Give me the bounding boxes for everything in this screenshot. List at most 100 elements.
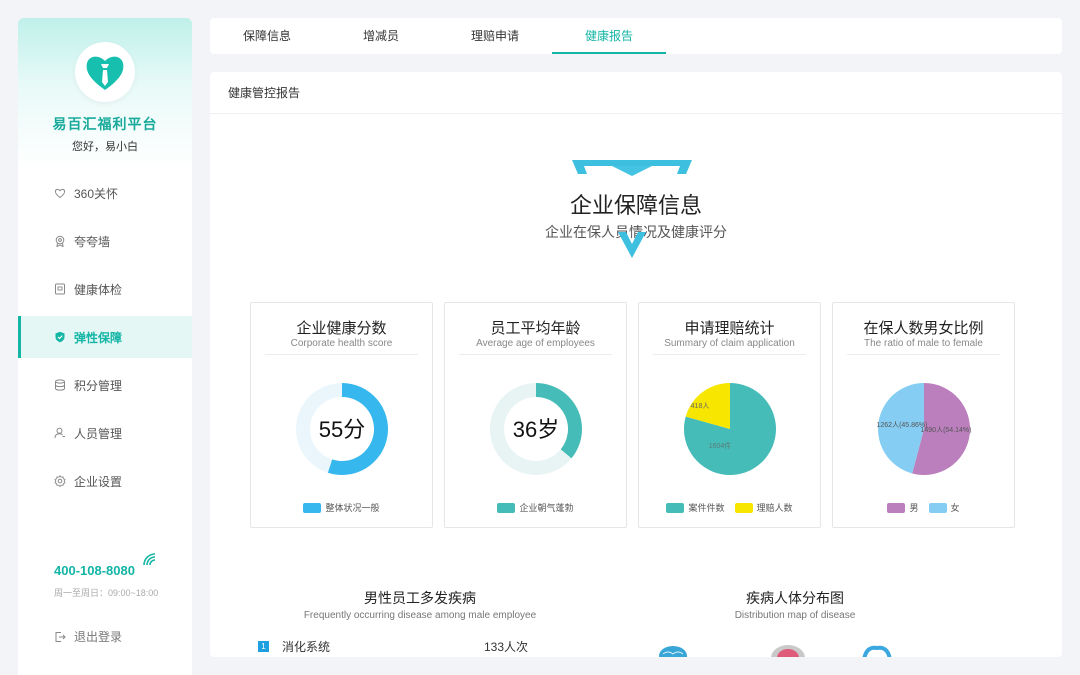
legend-item: 女 (928, 501, 960, 514)
section-title: 男性员工多发疾病 (364, 590, 476, 606)
tab-claim-application[interactable]: 理赔申请 (438, 18, 552, 54)
card-title: 企业健康分数 (296, 320, 387, 337)
health-report-panel: 健康管控报告 企业保障信息 企业在保人员情况及健康评分 企业健康分数 Corpo… (210, 72, 1062, 657)
heart-icon (54, 187, 66, 199)
top-tabs: 保障信息 增减员 理赔申请 健康报告 (210, 18, 1062, 54)
card-subtitle: Summary of claim application (653, 338, 806, 355)
sidebar-item-health-checkup[interactable]: 健康体检 (18, 268, 192, 310)
chart-legend: 男 女 (833, 501, 1014, 514)
legend-item: 企业朝气蓬勃 (497, 501, 574, 514)
legend-swatch (303, 502, 322, 513)
average-age-card: 员工平均年龄 Average age of employees 36岁 企业朝气… (444, 302, 627, 528)
claim-summary-card: 申请理赔统计 Summary of claim application 1604… (638, 302, 821, 528)
gender-ratio-card: 在保人数男女比例 The ratio of male to female 126… (832, 302, 1015, 528)
section-title: 疾病人体分布图 (746, 590, 844, 606)
award-icon (54, 235, 66, 247)
sidebar-item-label: 弹性保障 (74, 330, 123, 345)
signal-icon (143, 553, 156, 566)
brand-logo (75, 42, 135, 102)
legend-item: 男 (887, 501, 919, 514)
card-subtitle: Average age of employees (459, 338, 612, 355)
sidebar-item-label: 企业设置 (74, 474, 123, 489)
disease-list-item: 1 消化系统 133人次 (258, 638, 528, 655)
donut-center-label: 36岁 (513, 417, 559, 442)
sidebar: 易百汇福利平台 您好，易小白 360关怀 夸夸墙 健康体检 弹性保障 积分管理 … (18, 18, 192, 675)
section-subtitle: Distribution map of disease (734, 610, 856, 621)
hero-banner: 企业保障信息 企业在保人员情况及健康评分 (210, 152, 1062, 258)
disease-count: 133人次 (483, 640, 528, 654)
hero-title: 企业保障信息 (569, 193, 702, 218)
stomach-organ-icon (862, 645, 892, 657)
sidebar-header: 易百汇福利平台 您好，易小白 (18, 18, 192, 168)
sidebar-item-praise-wall[interactable]: 夸夸墙 (18, 220, 192, 262)
sidebar-item-points-management[interactable]: 积分管理 (18, 364, 192, 406)
user-icon (54, 427, 66, 439)
legend-label: 整体状况一般 (325, 503, 380, 513)
health-score-donut-chart: 55分 (296, 383, 388, 475)
legend-swatch (666, 502, 685, 513)
brain-organ-icon (659, 646, 687, 657)
legend-item: 整体状况一般 (303, 501, 380, 514)
sidebar-item-company-settings[interactable]: 企业设置 (18, 460, 192, 502)
logout-button[interactable]: 退出登录 (54, 628, 122, 645)
pie-slice-label: 1604件 (709, 441, 732, 450)
body-map-section-header: 疾病人体分布图 Distribution map of disease (710, 588, 880, 621)
legend-swatch (928, 502, 947, 513)
sidebar-menu: 360关怀 夸夸墙 健康体检 弹性保障 积分管理 人员管理 企业设置 (18, 172, 192, 502)
card-title: 申请理赔统计 (684, 320, 775, 337)
sidebar-item-label: 夸夸墙 (74, 234, 111, 249)
legend-label: 企业朝气蓬勃 (519, 503, 574, 513)
donut-center-label: 55分 (319, 417, 365, 442)
tab-add-remove-staff[interactable]: 增减员 (324, 18, 438, 54)
gender-ratio-pie-chart: 1262人(45.86%) 1490人(54.14%) (877, 383, 972, 475)
gear-icon (54, 475, 66, 487)
sidebar-item-360-care[interactable]: 360关怀 (18, 172, 192, 214)
chart-legend: 案件件数 理赔人数 (639, 501, 820, 514)
sidebar-item-personnel-management[interactable]: 人员管理 (18, 412, 192, 454)
sidebar-item-label: 健康体检 (74, 282, 123, 297)
rank-badge: 1 (258, 641, 269, 652)
brand-name: 易百汇福利平台 (52, 116, 158, 132)
pie-slice-label: 1490人(54.14%) (921, 426, 972, 434)
database-icon (54, 379, 66, 391)
tab-health-report[interactable]: 健康报告 (552, 18, 666, 54)
shield-icon (54, 331, 66, 343)
male-disease-section-header: 男性员工多发疾病 Frequently occurring disease am… (260, 588, 580, 621)
legend-swatch (734, 502, 753, 513)
chart-legend: 整体状况一般 (251, 501, 432, 514)
legend-swatch (497, 502, 516, 513)
legend-label: 理赔人数 (756, 503, 793, 513)
heart-logo-icon (86, 56, 124, 90)
lung-organ-icon (771, 645, 805, 657)
card-subtitle: The ratio of male to female (847, 338, 1000, 355)
tab-coverage-info[interactable]: 保障信息 (210, 18, 324, 54)
legend-label: 女 (950, 503, 960, 513)
average-age-donut-chart: 36岁 (490, 383, 582, 475)
report-icon (54, 283, 66, 295)
legend-item: 理赔人数 (734, 501, 793, 514)
pie-slice-label: 418人 (691, 402, 710, 410)
hotline-number[interactable]: 400-108-8080 (54, 563, 135, 578)
logout-label: 退出登录 (74, 630, 123, 644)
legend-swatch (887, 502, 906, 513)
summary-cards: 企业健康分数 Corporate health score 55分 整体状况一般… (250, 302, 1015, 528)
health-score-card: 企业健康分数 Corporate health score 55分 整体状况一般 (250, 302, 433, 528)
bracket-top-decoration (572, 160, 692, 176)
claim-summary-pie-chart: 1604件 418人 (684, 383, 776, 475)
service-hours: 周一至周日：09:00~18:00 (54, 588, 159, 598)
card-subtitle: Corporate health score (265, 338, 418, 355)
legend-label: 案件件数 (688, 503, 725, 513)
sidebar-item-label: 积分管理 (74, 378, 123, 393)
card-title: 员工平均年龄 (490, 320, 581, 337)
card-title: 在保人数男女比例 (863, 320, 984, 337)
logout-icon (54, 631, 66, 643)
section-subtitle: Frequently occurring disease among male … (303, 610, 537, 621)
disease-name: 消化系统 (282, 640, 331, 654)
user-greeting: 您好，易小白 (72, 141, 138, 153)
sidebar-item-flexible-protection[interactable]: 弹性保障 (18, 316, 192, 358)
legend-item: 案件件数 (666, 501, 725, 514)
chart-legend: 企业朝气蓬勃 (445, 501, 626, 514)
sidebar-item-label: 人员管理 (74, 426, 123, 441)
legend-label: 男 (909, 503, 919, 513)
sidebar-item-label: 360关怀 (74, 186, 119, 201)
